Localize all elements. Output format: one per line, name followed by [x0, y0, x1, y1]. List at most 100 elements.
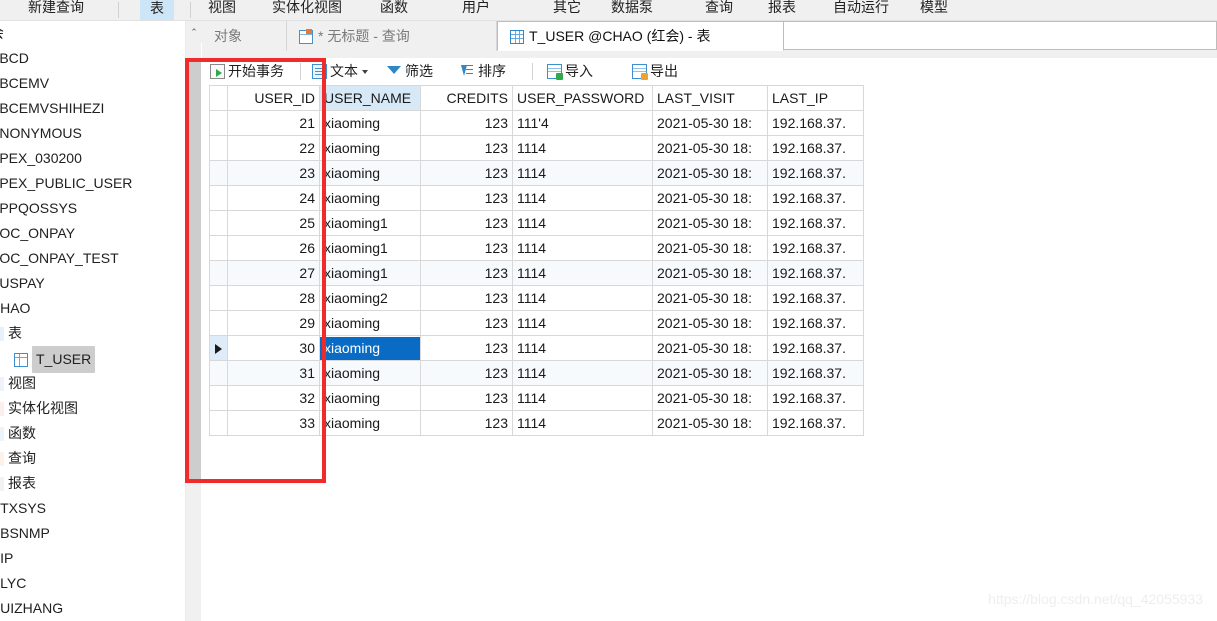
cell-user_password[interactable]: 1114	[512, 260, 653, 286]
cell-last_visit[interactable]: 2021-05-30 18:	[652, 210, 768, 236]
tree-item-10[interactable]: BUSPAY	[0, 271, 185, 296]
row-indicator[interactable]	[209, 235, 228, 261]
cell-credits[interactable]: 123	[420, 235, 513, 261]
tree-item-7[interactable]: APPQOSSYS	[0, 196, 185, 221]
tree-item-18[interactable]: 报表	[0, 471, 185, 496]
object-tab-0[interactable]: 对象	[202, 21, 287, 51]
cell-user_name[interactable]: xiaoming2	[319, 285, 421, 311]
tree-item-22[interactable]: DLYC	[0, 571, 185, 596]
cell-last_ip[interactable]: 192.168.37.	[767, 335, 864, 361]
ribbon-item-2[interactable]: 视图	[208, 0, 236, 18]
cell-credits[interactable]: 123	[420, 410, 513, 436]
table-row[interactable]: 24 xiaoming 123 1114 2021-05-30 18: 192.168.3…	[209, 185, 864, 211]
table-row[interactable]: 26 xiaoming1 123 1114 2021-05-30 18: 192.168.…	[209, 235, 864, 261]
tree-item-23[interactable]: DUIZHANG	[0, 596, 185, 621]
object-tree-sidebar[interactable]: 会 ABCD ABCEMV ABCEMVSHIHEZI ANONYMOUS APEX_03…	[0, 21, 185, 621]
cell-user_name[interactable]: xiaoming	[319, 110, 421, 136]
cell-credits[interactable]: 123	[420, 260, 513, 286]
row-indicator[interactable]	[209, 160, 228, 186]
table-row[interactable]: 31 xiaoming 123 1114 2021-05-30 18: 192.168.3…	[209, 360, 864, 386]
ribbon-item-4[interactable]: 函数	[380, 0, 408, 18]
cell-credits[interactable]: 123	[420, 185, 513, 211]
tree-item-17[interactable]: 查询	[0, 446, 185, 471]
column-header-ind[interactable]	[209, 85, 228, 111]
cell-credits[interactable]: 123	[420, 385, 513, 411]
row-indicator[interactable]	[209, 210, 228, 236]
cell-user_password[interactable]: 1114	[512, 285, 653, 311]
cell-user_id[interactable]: 29	[227, 310, 320, 336]
tree-item-5[interactable]: APEX_030200	[0, 146, 185, 171]
cell-last_ip[interactable]: 192.168.37.	[767, 360, 864, 386]
toolbar-button-4[interactable]: 导入	[547, 61, 593, 82]
object-tab-1[interactable]: * 无标题 - 查询	[287, 21, 497, 51]
cell-last_visit[interactable]: 2021-05-30 18:	[652, 235, 768, 261]
cell-user_id[interactable]: 28	[227, 285, 320, 311]
cell-credits[interactable]: 123	[420, 160, 513, 186]
cell-last_ip[interactable]: 192.168.37.	[767, 285, 864, 311]
ribbon-item-5[interactable]: 用户	[462, 0, 490, 18]
cell-user_password[interactable]: 1114	[512, 235, 653, 261]
cell-user_name[interactable]: xiaoming	[319, 385, 421, 411]
row-indicator[interactable]	[209, 185, 228, 211]
object-tab-2[interactable]: T_USER @CHAO (红会) - 表	[497, 21, 784, 51]
row-indicator[interactable]	[209, 385, 228, 411]
toolbar-button-1[interactable]: 文本	[312, 61, 368, 82]
cell-last_ip[interactable]: 192.168.37.	[767, 210, 864, 236]
cell-last_visit[interactable]: 2021-05-30 18:	[652, 160, 768, 186]
column-header-last_ip[interactable]: LAST_IP	[767, 85, 864, 111]
data-grid[interactable]: USER_ID USER_NAME CREDITS USER_PASSWORD LAST…	[209, 85, 864, 436]
ribbon-item-11[interactable]: 模型	[920, 0, 948, 18]
row-indicator[interactable]	[209, 335, 228, 361]
cell-credits[interactable]: 123	[420, 285, 513, 311]
row-indicator[interactable]	[209, 135, 228, 161]
tree-item-2[interactable]: ABCEMV	[0, 71, 185, 96]
ribbon-item-3[interactable]: 实体化视图	[272, 0, 342, 18]
table-row[interactable]: 27 xiaoming1 123 1114 2021-05-30 18: 192.168.…	[209, 260, 864, 286]
cell-user_name[interactable]: xiaoming	[319, 335, 421, 361]
cell-user_password[interactable]: 1114	[512, 410, 653, 436]
cell-last_ip[interactable]: 192.168.37.	[767, 385, 864, 411]
toolbar-button-3[interactable]: 排序	[460, 61, 506, 82]
cell-user_password[interactable]: 1114	[512, 135, 653, 161]
ribbon-item-10[interactable]: 自动运行	[833, 0, 889, 18]
cell-user_id[interactable]: 27	[227, 260, 320, 286]
row-indicator[interactable]	[209, 260, 228, 286]
cell-last_visit[interactable]: 2021-05-30 18:	[652, 285, 768, 311]
cell-credits[interactable]: 123	[420, 135, 513, 161]
scrollbar-thumb[interactable]	[187, 59, 201, 482]
cell-user_password[interactable]: 1114	[512, 210, 653, 236]
row-indicator[interactable]	[209, 110, 228, 136]
row-indicator[interactable]	[209, 410, 228, 436]
cell-last_visit[interactable]: 2021-05-30 18:	[652, 335, 768, 361]
toolbar-button-2[interactable]: 筛选	[387, 61, 433, 82]
ribbon-item-6[interactable]: 其它	[553, 0, 581, 18]
cell-last_visit[interactable]: 2021-05-30 18:	[652, 360, 768, 386]
ribbon-item-9[interactable]: 报表	[768, 0, 796, 18]
table-row[interactable]: 21 xiaoming 123 111'4 2021-05-30 18: 192.168.…	[209, 110, 864, 136]
column-header-user_id[interactable]: USER_ID	[227, 85, 320, 111]
cell-user_name[interactable]: xiaoming	[319, 410, 421, 436]
cell-user_id[interactable]: 30	[227, 335, 320, 361]
cell-last_visit[interactable]: 2021-05-30 18:	[652, 410, 768, 436]
cell-last_visit[interactable]: 2021-05-30 18:	[652, 135, 768, 161]
cell-last_ip[interactable]: 192.168.37.	[767, 160, 864, 186]
cell-user_name[interactable]: xiaoming1	[319, 210, 421, 236]
row-indicator[interactable]	[209, 310, 228, 336]
tree-item-13[interactable]: T_USER	[0, 346, 185, 373]
cell-last_ip[interactable]: 192.168.37.	[767, 410, 864, 436]
cell-user_id[interactable]: 32	[227, 385, 320, 411]
cell-user_id[interactable]: 23	[227, 160, 320, 186]
cell-last_visit[interactable]: 2021-05-30 18:	[652, 110, 768, 136]
tree-item-9[interactable]: BOC_ONPAY_TEST	[0, 246, 185, 271]
tree-item-15[interactable]: 实体化视图	[0, 396, 185, 421]
cell-last_ip[interactable]: 192.168.37.	[767, 135, 864, 161]
cell-user_id[interactable]: 31	[227, 360, 320, 386]
tree-item-8[interactable]: BOC_ONPAY	[0, 221, 185, 246]
row-indicator[interactable]	[209, 360, 228, 386]
cell-last_visit[interactable]: 2021-05-30 18:	[652, 310, 768, 336]
cell-user_name[interactable]: xiaoming1	[319, 260, 421, 286]
cell-user_name[interactable]: xiaoming	[319, 360, 421, 386]
tree-item-1[interactable]: ABCD	[0, 46, 185, 71]
cell-user_id[interactable]: 25	[227, 210, 320, 236]
table-row[interactable]: 32 xiaoming 123 1114 2021-05-30 18: 192.168.3…	[209, 385, 864, 411]
